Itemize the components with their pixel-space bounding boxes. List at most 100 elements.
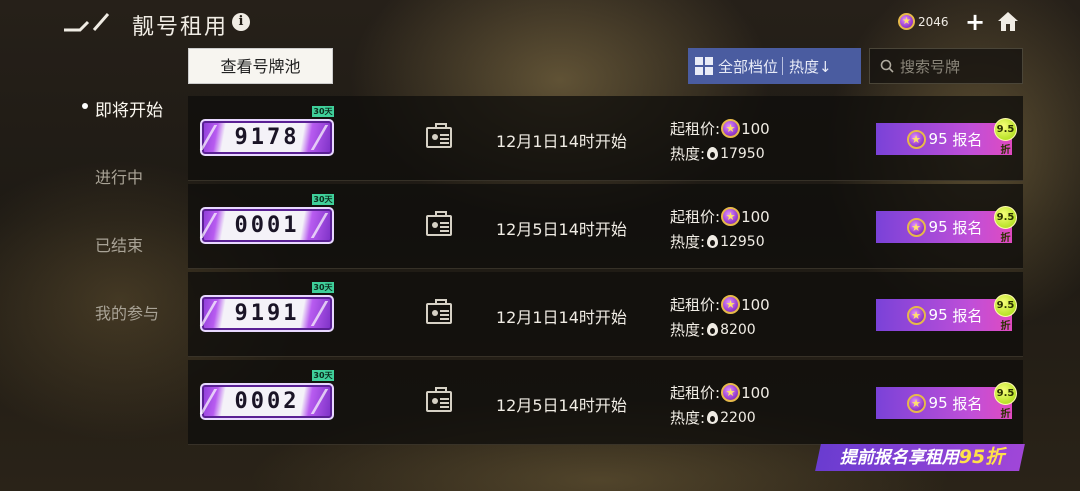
- heat-value: 热度: 8200: [670, 319, 756, 340]
- nav-tab-upcoming[interactable]: 即将开始: [82, 96, 163, 121]
- list-item: 30天 9191 12月1日14时开始 起租价: ★ 100 热度: 8200 …: [188, 272, 1023, 357]
- top-bar: 靓号租用 i ★ 2046 +: [0, 0, 1080, 44]
- price-label: 起租价:: [670, 384, 721, 402]
- heat-number: 17950: [720, 145, 765, 162]
- info-icon[interactable]: i: [232, 13, 250, 31]
- coin-icon: ★: [906, 305, 926, 325]
- coin-icon: ★: [898, 13, 915, 30]
- active-indicator: [82, 103, 88, 109]
- price-value: 100: [741, 207, 770, 226]
- signup-button[interactable]: ★ 95 报名: [876, 299, 1012, 331]
- nav-tab-label: 进行中: [95, 168, 144, 187]
- signup-label: 报名: [952, 306, 983, 325]
- view-plate-pool-button[interactable]: 查看号牌池: [188, 48, 333, 84]
- coin-icon: ★: [906, 217, 926, 237]
- plate-body: 9178: [199, 119, 334, 156]
- grid-icon: [695, 57, 713, 75]
- duration-badge: 30天: [312, 370, 334, 381]
- fire-icon: [707, 235, 719, 248]
- promo-text: 提前报名享租用: [839, 448, 959, 468]
- discount-badge: 9.5折: [994, 118, 1017, 156]
- id-card-icon[interactable]: [426, 211, 452, 236]
- price-label: 起租价:: [670, 120, 721, 138]
- discount-badge: 9.5折: [994, 294, 1017, 332]
- heat-value: 热度: 2200: [670, 407, 756, 428]
- start-time: 12月5日14时开始: [496, 396, 627, 415]
- coin-icon: ★: [906, 129, 926, 149]
- nav-tab-ended[interactable]: 已结束: [95, 232, 143, 256]
- tier-filter[interactable]: 全部档位: [718, 56, 778, 77]
- plate-body: 9191: [199, 295, 334, 332]
- coin-icon: ★: [906, 393, 926, 413]
- signup-label: 报名: [952, 394, 983, 413]
- id-card-icon[interactable]: [426, 299, 452, 324]
- add-currency-button[interactable]: +: [965, 8, 985, 36]
- plate-body: 0001: [199, 207, 334, 244]
- home-icon[interactable]: [996, 10, 1020, 32]
- signup-label: 报名: [952, 130, 983, 149]
- fire-icon: [707, 147, 719, 160]
- search-input[interactable]: 搜索号牌: [869, 48, 1023, 84]
- duration-badge: 30天: [312, 106, 334, 117]
- price-value: 100: [741, 295, 770, 314]
- coin-icon: ★: [721, 207, 741, 226]
- price-value: 100: [741, 119, 770, 138]
- coin-icon: ★: [721, 295, 741, 314]
- list-item: 30天 0002 12月5日14时开始 起租价: ★ 100 热度: 2200 …: [188, 360, 1023, 445]
- page-title: 靓号租用: [132, 15, 229, 40]
- id-card-icon[interactable]: [426, 387, 452, 412]
- coin-icon: ★: [721, 383, 741, 402]
- signup-cost: 95: [928, 130, 948, 148]
- start-price: 起租价: ★ 100: [670, 382, 770, 403]
- heat-value: 热度: 12950: [670, 231, 765, 252]
- signup-button[interactable]: ★ 95 报名: [876, 387, 1012, 419]
- coin-balance: 2046: [918, 14, 949, 29]
- price-label: 起租价:: [670, 296, 721, 314]
- coin-icon: ★: [721, 119, 741, 138]
- heat-label: 热度:: [670, 233, 706, 251]
- plate-number: 9191: [234, 301, 300, 326]
- license-plate: 30天 9191: [199, 282, 336, 332]
- search-placeholder: 搜索号牌: [900, 57, 961, 76]
- heat-number: 12950: [720, 233, 765, 250]
- plate-number: 0001: [234, 213, 300, 238]
- nav-tab-label: 我的参与: [95, 304, 160, 323]
- duration-badge: 30天: [312, 194, 334, 205]
- plate-body: 0002: [199, 383, 334, 420]
- search-icon: [880, 59, 894, 73]
- start-price: 起租价: ★ 100: [670, 118, 770, 139]
- back-icon[interactable]: [62, 10, 114, 36]
- duration-badge: 30天: [312, 282, 334, 293]
- heat-label: 热度:: [670, 409, 706, 427]
- filter-bar: 全部档位 热度↓: [688, 48, 861, 84]
- start-price: 起租价: ★ 100: [670, 294, 770, 315]
- id-card-icon[interactable]: [426, 123, 452, 148]
- fire-icon: [707, 411, 719, 424]
- plate-number: 0002: [234, 389, 300, 414]
- heat-label: 热度:: [670, 321, 706, 339]
- signup-cost: 95: [928, 394, 948, 412]
- discount-badge: 9.5折: [994, 382, 1017, 420]
- heat-value: 热度: 17950: [670, 143, 765, 164]
- nav-tab-my-participation[interactable]: 我的参与: [95, 300, 159, 324]
- heat-sort[interactable]: 热度↓: [789, 56, 832, 77]
- start-time: 12月1日14时开始: [496, 132, 627, 151]
- signup-button[interactable]: ★ 95 报名: [876, 211, 1012, 243]
- list-item: 30天 9178 12月1日14时开始 起租价: ★ 100 热度: 17950…: [188, 96, 1023, 181]
- signup-label: 报名: [952, 218, 983, 237]
- fire-icon: [707, 323, 719, 336]
- start-time: 12月1日14时开始: [496, 308, 627, 327]
- currency-display: ★ 2046: [898, 13, 949, 30]
- heat-number: 2200: [720, 409, 756, 426]
- heat-label: 热度:: [670, 145, 706, 163]
- nav-tab-ongoing[interactable]: 进行中: [95, 164, 143, 188]
- list-item: 30天 0001 12月5日14时开始 起租价: ★ 100 热度: 12950…: [188, 184, 1023, 269]
- divider: [782, 57, 784, 75]
- plate-number: 9178: [234, 125, 300, 150]
- promo-banner: 提前报名享租用95折: [822, 445, 1022, 470]
- heat-number: 8200: [720, 321, 756, 338]
- signup-cost: 95: [928, 218, 948, 236]
- signup-cost: 95: [928, 306, 948, 324]
- signup-button[interactable]: ★ 95 报名: [876, 123, 1012, 155]
- discount-badge: 9.5折: [994, 206, 1017, 244]
